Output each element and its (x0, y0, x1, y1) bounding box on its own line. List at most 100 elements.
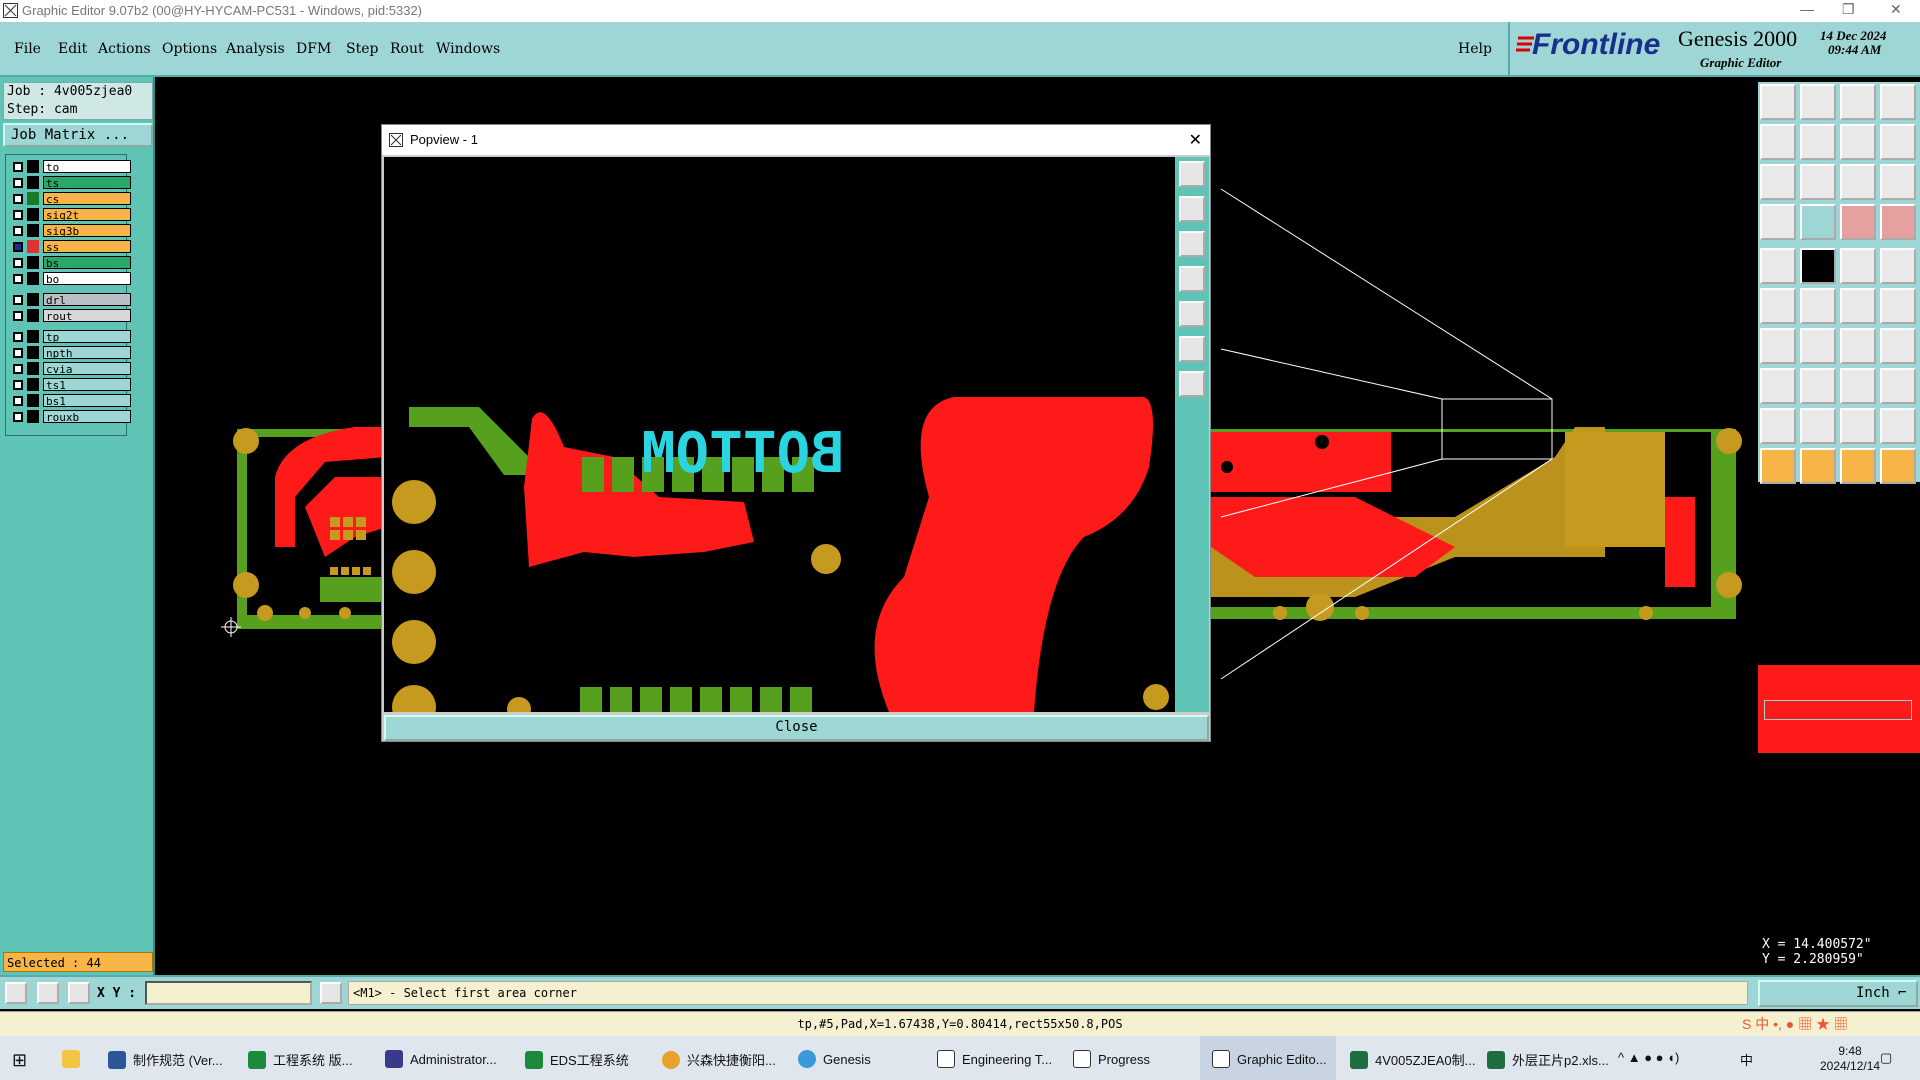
layer-checkbox[interactable] (13, 258, 23, 268)
circle-icon[interactable] (1880, 248, 1916, 284)
layer-row-drl[interactable]: drl (9, 292, 131, 307)
zoom-home-icon[interactable] (1760, 84, 1796, 120)
menu-actions[interactable]: Actions (98, 41, 151, 57)
popview-canvas[interactable]: BOTTOM (384, 157, 1175, 712)
triangle-icon[interactable] (1760, 408, 1796, 444)
taskbar-item-7[interactable]: Progress (1073, 1036, 1150, 1080)
color-icon[interactable] (1800, 248, 1836, 284)
restore-icon[interactable]: ❐ (1842, 1, 1855, 18)
pointer-icon[interactable] (1760, 448, 1796, 484)
job-matrix-button[interactable]: Job Matrix ... (3, 123, 153, 147)
fit-screen-icon[interactable] (1760, 164, 1796, 200)
line-node-2-icon[interactable] (1880, 288, 1916, 324)
taskbar-item-6[interactable]: Engineering T... (937, 1036, 1052, 1080)
layer-checkbox[interactable] (13, 311, 23, 321)
text-cursor-icon[interactable] (320, 982, 342, 1004)
layer-checkbox[interactable] (13, 194, 23, 204)
measure-pad-icon[interactable] (1880, 204, 1916, 240)
menu-file[interactable]: File (14, 41, 41, 57)
delete-node-icon[interactable] (1800, 288, 1836, 324)
select-polygon-icon[interactable] (1880, 448, 1916, 484)
layer-checkbox[interactable] (13, 364, 23, 374)
select-area-icon[interactable] (1840, 448, 1876, 484)
select-icon[interactable] (1800, 448, 1836, 484)
grid-mode-icon[interactable] (68, 982, 90, 1004)
connect-icon[interactable] (1760, 288, 1796, 324)
layer-checkbox[interactable] (13, 348, 23, 358)
zoom-window-icon[interactable] (1179, 161, 1205, 187)
xy-input[interactable] (145, 981, 312, 1005)
menu-step[interactable]: Step (346, 41, 378, 57)
ime-toolbar-icon[interactable]: S 中 •, ● ▦ ★ ▦ (1742, 1012, 1848, 1036)
layer-row-to[interactable]: to (9, 159, 131, 174)
ruler-icon[interactable] (1840, 248, 1876, 284)
layer-row-ts1[interactable]: ts1 (9, 377, 131, 392)
menu-edit[interactable]: Edit (58, 41, 87, 57)
start-windows-icon[interactable]: ⊞ (12, 1036, 27, 1080)
help-icon[interactable] (1880, 164, 1916, 200)
redraw-icon[interactable] (1840, 124, 1876, 160)
pan-right-icon[interactable] (1179, 301, 1205, 327)
taskbar-item-5[interactable]: Genesis (798, 1036, 871, 1080)
layer-row-cs[interactable]: cs (9, 191, 131, 206)
clock[interactable]: 9:48 2024/12/14 (1820, 1044, 1880, 1074)
draw-mode-icon[interactable] (5, 982, 27, 1004)
units-selector[interactable]: Inch ⌐ (1758, 980, 1918, 1007)
grid-icon[interactable] (1800, 204, 1836, 240)
text-a-box-icon[interactable] (1840, 408, 1876, 444)
home-icon[interactable] (1840, 84, 1876, 120)
layer-checkbox[interactable] (13, 210, 23, 220)
taskbar-item-2[interactable]: Administrator... (385, 1036, 497, 1080)
layer-row-ts[interactable]: ts (9, 175, 131, 190)
file-explorer-icon[interactable] (62, 1036, 87, 1080)
pad-add-icon[interactable] (1760, 248, 1796, 284)
measure-icon[interactable] (1840, 204, 1876, 240)
taskbar-item-1[interactable]: 工程系统 版... (248, 1036, 352, 1080)
overview-panel[interactable] (1758, 487, 1920, 935)
text-a-icon[interactable] (1800, 408, 1836, 444)
layer-row-bo[interactable]: bo (9, 271, 131, 286)
layer-checkbox[interactable] (13, 162, 23, 172)
taskbar-item-3[interactable]: EDS工程系统 (525, 1036, 629, 1080)
layer-row-bs[interactable]: bs (9, 255, 131, 270)
close-icon[interactable]: ✕ (1890, 1, 1902, 18)
tray-icons[interactable]: ^ ▲ ● ● ◖) (1618, 1036, 1679, 1080)
ime-indicator[interactable]: 中 (1740, 1036, 1753, 1080)
snap-icon[interactable] (1760, 204, 1796, 240)
popview-titlebar[interactable]: Popview - 1 ✕ (382, 125, 1210, 155)
layer-row-tp[interactable]: tp (9, 329, 131, 344)
line-draw-icon[interactable] (1800, 328, 1836, 364)
scale-1-2-icon[interactable] (1840, 164, 1876, 200)
zoom-in-icon[interactable] (1800, 84, 1836, 120)
popview-close-button[interactable]: Close (384, 715, 1209, 741)
menu-dfm[interactable]: DFM (296, 41, 331, 57)
split-view-icon[interactable] (1880, 84, 1916, 120)
dash-icon[interactable] (1800, 368, 1836, 404)
layer-row-rouxb[interactable]: rouxb (9, 409, 131, 424)
menu-windows[interactable]: Windows (436, 41, 500, 57)
layer-row-rout[interactable]: rout (9, 308, 131, 323)
layer-row-bs1[interactable]: bs1 (9, 393, 131, 408)
layer-row-npth[interactable]: npth (9, 345, 131, 360)
line-add-icon[interactable] (1760, 328, 1796, 364)
window-titlebar[interactable]: Graphic Editor 9.07b2 (00@HY-HYCAM-PC531… (0, 0, 1920, 22)
fit-profile-icon[interactable] (1179, 371, 1205, 397)
menu-help[interactable]: Help (1458, 41, 1492, 57)
layer-row-cvia[interactable]: cvia (9, 361, 131, 376)
layer-checkbox[interactable] (13, 412, 23, 422)
layer-row-sig3b[interactable]: sig3b (9, 223, 131, 238)
overview-viewport[interactable] (1764, 700, 1912, 720)
zoom-in-icon[interactable] (1179, 196, 1205, 222)
pan-left-icon[interactable] (1760, 124, 1796, 160)
fit-profile-icon[interactable] (1800, 164, 1836, 200)
minimize-icon[interactable]: — (1800, 1, 1814, 17)
layer-checkbox[interactable] (13, 274, 23, 284)
taskbar-item-0[interactable]: 制作规范 (Ver... (108, 1036, 223, 1080)
component-icon[interactable] (1840, 368, 1876, 404)
taskbar-item-10[interactable]: 外层正片p2.xls... (1487, 1036, 1609, 1080)
text-a-line-icon[interactable] (1880, 408, 1916, 444)
layer-checkbox[interactable] (13, 332, 23, 342)
taskbar-item-9[interactable]: 4V005ZJEA0制... (1350, 1036, 1475, 1080)
close-icon[interactable]: ✕ (1189, 130, 1202, 150)
feature-icon[interactable] (1760, 368, 1796, 404)
